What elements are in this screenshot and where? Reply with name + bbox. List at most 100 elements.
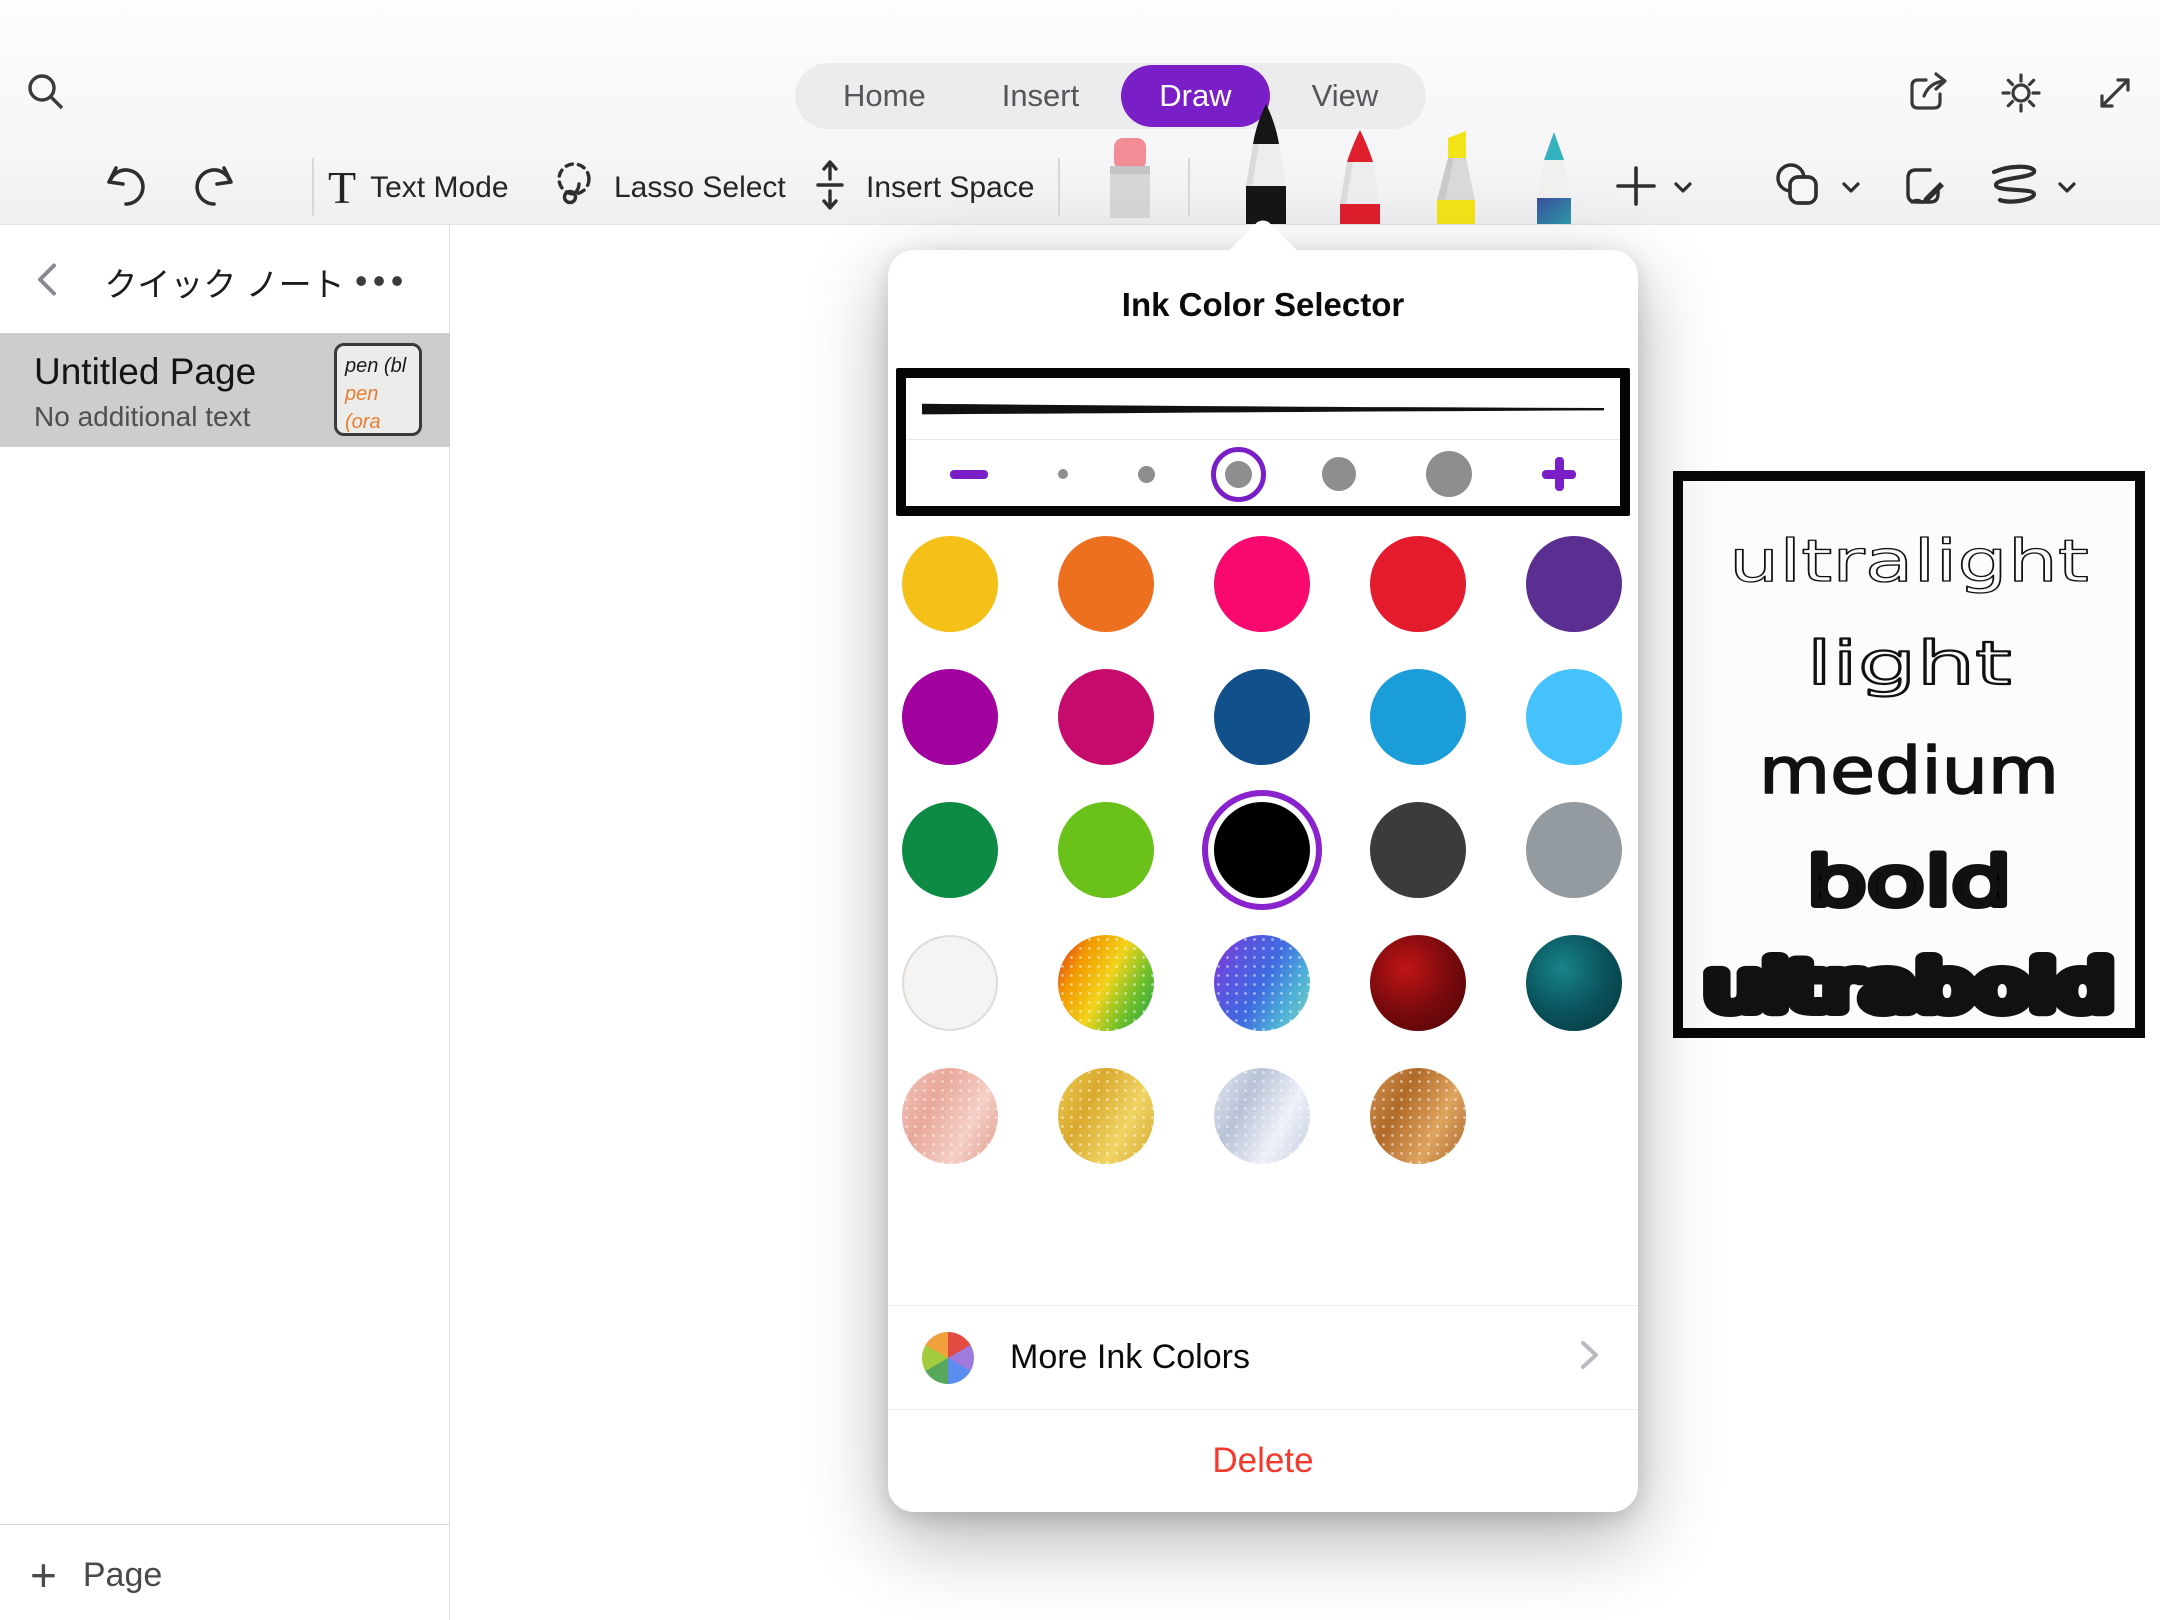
page-title: Untitled Page [34, 351, 256, 393]
ink-color-lava-red[interactable] [1370, 935, 1466, 1031]
ink-color-orange[interactable] [1058, 536, 1154, 632]
sidebar-header: クイック ノート ••• [0, 247, 449, 317]
ink-color-gray[interactable] [1526, 802, 1622, 898]
handwriting-samples: ultralight light medium bold ultrabold [1683, 481, 2135, 1028]
add-pen-chevron-down-icon[interactable] [1668, 172, 1698, 202]
ink-color-pink[interactable] [1214, 536, 1310, 632]
popover-caret [1223, 216, 1302, 295]
page-subtitle: No additional text [34, 401, 250, 433]
notebook-title: クイック ノート [104, 258, 344, 306]
text-mode-button[interactable]: T Text Mode [328, 150, 509, 225]
ink-sample-ultrabold: ultrabold [1705, 948, 2113, 1025]
page-list-sidebar: クイック ノート ••• Untitled Page No additional… [0, 225, 450, 1620]
popover-title: Ink Color Selector [888, 286, 1638, 324]
ink-color-sky[interactable] [1526, 669, 1622, 765]
ink-to-shape-scribble-icon[interactable] [1984, 158, 2048, 214]
thickness-controls [906, 442, 1620, 506]
scribble-chevron-down-icon[interactable] [2052, 172, 2082, 202]
ink-color-galaxy[interactable] [1214, 935, 1310, 1031]
search-icon[interactable] [22, 68, 70, 116]
thickness-dot-4[interactable] [1322, 457, 1356, 491]
ink-color-rose-gold[interactable] [902, 1068, 998, 1164]
ink-sample-bold: bold [1807, 843, 2012, 922]
ink-color-rainbow-glitter[interactable] [1058, 935, 1154, 1031]
ink-sample-medium: medium [1759, 735, 2059, 809]
add-pen-button[interactable] [1608, 158, 1664, 214]
more-ink-colors-label: More Ink Colors [1010, 1338, 1250, 1377]
ink-annotate-icon[interactable] [1898, 158, 1954, 214]
onenote-app: HomeInsertDrawView [0, 0, 2160, 1620]
sidebar-footer-divider [0, 1524, 449, 1525]
fullscreen-expand-icon[interactable] [2092, 70, 2138, 116]
ink-color-bronze[interactable] [1370, 1068, 1466, 1164]
thickness-dot-2[interactable] [1138, 466, 1155, 483]
thickness-dot-3[interactable] [1225, 461, 1252, 488]
thickness-dot-5[interactable] [1426, 451, 1472, 497]
shapes-icon[interactable] [1768, 156, 1828, 216]
tab-home[interactable]: Home [809, 68, 960, 124]
ink-color-purple[interactable] [1526, 536, 1622, 632]
toolbar-divider [1188, 158, 1190, 216]
ink-sample-ultralight: ultralight [1729, 527, 2089, 595]
lasso-select-label: Lasso Select [614, 171, 786, 205]
settings-gear-icon[interactable] [1996, 68, 2046, 118]
add-page-button[interactable]: + Page [30, 1552, 162, 1598]
color-wheel-icon [922, 1332, 974, 1384]
ink-color-gold-leaf[interactable] [1058, 1068, 1154, 1164]
share-icon[interactable] [1902, 68, 1952, 118]
undo-icon[interactable] [96, 158, 152, 214]
ink-sample-light: light [1807, 629, 2012, 699]
page-thumbnail: pen (bl pen (ora [334, 343, 422, 436]
lasso-icon [548, 157, 600, 218]
toolbar-divider [312, 158, 314, 216]
thumbnail-ink-text: pen (ora [345, 380, 419, 436]
increase-thickness-button[interactable] [1542, 457, 1576, 491]
ink-color-raspberry[interactable] [1058, 669, 1154, 765]
thumbnail-ink-text: pen (bl [345, 352, 419, 380]
ink-color-selector-popover: Ink Color Selector More Ink Colors [888, 250, 1638, 1512]
top-chrome: HomeInsertDrawView [0, 0, 2160, 225]
add-page-label: Page [83, 1556, 162, 1595]
delete-pen-row[interactable]: Delete [888, 1409, 1638, 1512]
pencil-galaxy[interactable] [1510, 128, 1598, 224]
insert-space-button[interactable]: Insert Space [808, 150, 1034, 225]
back-chevron-icon[interactable] [30, 258, 64, 307]
ink-color-lime[interactable] [1058, 802, 1154, 898]
ink-color-ocean-teal[interactable] [1526, 935, 1622, 1031]
page-list-item-selected[interactable]: Untitled Page No additional text pen (bl… [0, 333, 450, 447]
ink-color-red[interactable] [1370, 536, 1466, 632]
thickness-section [896, 368, 1630, 516]
ink-color-gold[interactable] [902, 536, 998, 632]
ink-color-black[interactable] [1214, 802, 1310, 898]
insert-space-label: Insert Space [866, 171, 1034, 205]
plus-icon: + [30, 1552, 57, 1598]
more-ink-colors-row[interactable]: More Ink Colors [888, 1305, 1638, 1409]
redo-icon[interactable] [188, 158, 244, 214]
text-mode-label: Text Mode [370, 171, 508, 205]
ink-color-navy[interactable] [1214, 669, 1310, 765]
highlighter-yellow[interactable] [1412, 128, 1500, 224]
text-mode-icon: T [328, 165, 356, 211]
tab-insert[interactable]: Insert [968, 68, 1114, 124]
delete-label: Delete [1212, 1441, 1313, 1481]
eraser-tool[interactable] [1086, 132, 1174, 224]
ink-color-silver[interactable] [1214, 1068, 1310, 1164]
decrease-thickness-button[interactable] [950, 470, 988, 479]
pen-red[interactable] [1316, 128, 1404, 224]
thickness-dot-1[interactable] [1058, 469, 1068, 479]
pen-black-selected[interactable] [1222, 102, 1310, 224]
color-swatch-grid [902, 536, 1624, 1164]
ink-color-dark-gray[interactable] [1370, 802, 1466, 898]
lasso-select-button[interactable]: Lasso Select [548, 150, 786, 225]
insert-space-icon [808, 157, 852, 218]
chevron-right-icon [1574, 1335, 1604, 1380]
ink-color-blue[interactable] [1370, 669, 1466, 765]
stroke-preview [906, 378, 1620, 440]
ink-color-magenta[interactable] [902, 669, 998, 765]
toolbar-divider [1058, 158, 1060, 216]
more-options-ellipsis-icon[interactable]: ••• [355, 263, 409, 302]
ink-color-green[interactable] [902, 802, 998, 898]
ribbon-tab-bar: HomeInsertDrawView [795, 63, 1426, 129]
shapes-chevron-down-icon[interactable] [1836, 172, 1866, 202]
ink-color-white[interactable] [902, 935, 998, 1031]
